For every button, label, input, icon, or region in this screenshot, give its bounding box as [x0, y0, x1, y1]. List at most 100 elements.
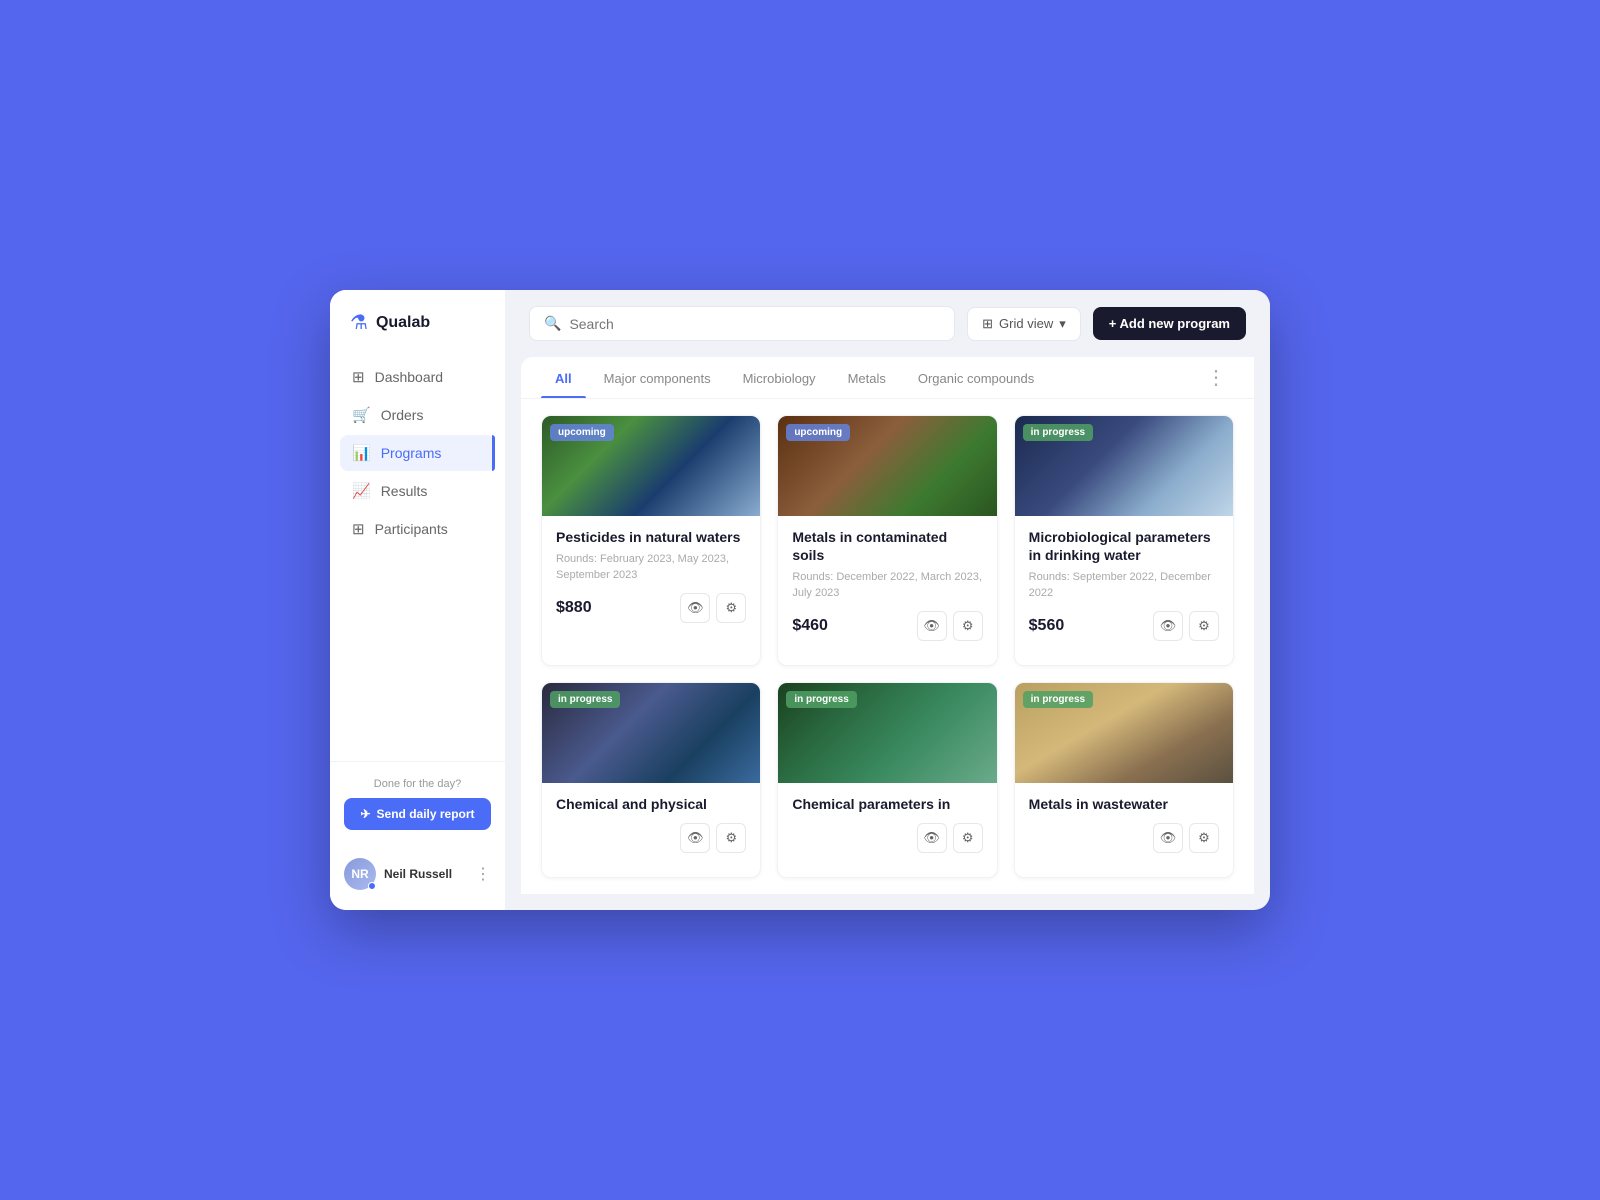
- program-card-2: upcoming Metals in contaminated soils Ro…: [777, 415, 997, 666]
- card-settings-button-3[interactable]: ⚙: [1189, 611, 1219, 641]
- tab-microbiology[interactable]: Microbiology: [729, 357, 830, 398]
- app-window: ⚗ Qualab ⊞ Dashboard 🛒 Orders 📊 Programs…: [330, 290, 1270, 910]
- sidebar-item-orders[interactable]: 🛒 Orders: [340, 397, 495, 433]
- card-image-1: upcoming: [542, 416, 760, 516]
- card-badge-5: in progress: [786, 691, 856, 708]
- search-icon: 🔍: [544, 315, 561, 332]
- sidebar-label-results: Results: [381, 483, 428, 499]
- sidebar-item-participants[interactable]: ⊞ Participants: [340, 511, 495, 547]
- sidebar-item-results[interactable]: 📈 Results: [340, 473, 495, 509]
- card-view-button-6[interactable]: 👁: [1153, 823, 1183, 853]
- card-price-2: $460: [792, 617, 828, 635]
- card-view-button-1[interactable]: 👁: [680, 593, 710, 623]
- program-card-1: upcoming Pesticides in natural waters Ro…: [541, 415, 761, 666]
- card-settings-button-4[interactable]: ⚙: [716, 823, 746, 853]
- card-price-1: $880: [556, 599, 592, 617]
- search-input[interactable]: [569, 316, 940, 332]
- send-icon: ✈: [360, 807, 370, 821]
- send-report-label: Send daily report: [377, 807, 475, 821]
- card-title-5: Chemical parameters in: [792, 795, 982, 813]
- cards-grid: upcoming Pesticides in natural waters Ro…: [521, 399, 1254, 894]
- card-actions-3: 👁 ⚙: [1153, 611, 1219, 641]
- program-card-3: in progress Microbiological parameters i…: [1014, 415, 1234, 666]
- add-program-button[interactable]: + Add new program: [1093, 307, 1246, 340]
- card-price-3: $560: [1029, 617, 1065, 635]
- tab-major-components[interactable]: Major components: [590, 357, 725, 398]
- send-report-button[interactable]: ✈ Send daily report: [344, 798, 491, 830]
- card-rounds-2: Rounds: December 2022, March 2023, July …: [792, 570, 982, 601]
- search-bar: 🔍: [529, 306, 955, 341]
- grid-icon: ⊞: [982, 316, 993, 332]
- card-image-6: in progress: [1015, 683, 1233, 783]
- user-row: NR Neil Russell ⋮: [330, 846, 505, 890]
- card-body-1: Pesticides in natural waters Rounds: Feb…: [542, 516, 760, 633]
- done-text: Done for the day?: [344, 778, 491, 790]
- logo-icon: ⚗: [350, 310, 368, 335]
- logo-text: Qualab: [376, 314, 430, 332]
- card-body-4: Chemical and physical 👁 ⚙: [542, 783, 760, 863]
- tabs-more-button[interactable]: ⋮: [1198, 357, 1234, 398]
- card-view-button-2[interactable]: 👁: [917, 611, 947, 641]
- sidebar-label-programs: Programs: [381, 445, 442, 461]
- dashboard-icon: ⊞: [352, 368, 365, 386]
- card-body-5: Chemical parameters in 👁 ⚙: [778, 783, 996, 863]
- card-badge-4: in progress: [550, 691, 620, 708]
- card-actions-6: 👁 ⚙: [1153, 823, 1219, 853]
- card-view-button-3[interactable]: 👁: [1153, 611, 1183, 641]
- card-title-6: Metals in wastewater: [1029, 795, 1219, 813]
- programs-area: All Major components Microbiology Metals…: [521, 357, 1254, 894]
- card-image-2: upcoming: [778, 416, 996, 516]
- card-title-3: Microbiological parameters in drinking w…: [1029, 528, 1219, 564]
- grid-view-label: Grid view: [999, 316, 1053, 331]
- grid-view-button[interactable]: ⊞ Grid view ▾: [967, 307, 1081, 341]
- orders-icon: 🛒: [352, 406, 371, 424]
- sidebar-label-orders: Orders: [381, 407, 424, 423]
- card-footer-2: $460 👁 ⚙: [792, 611, 982, 641]
- card-body-6: Metals in wastewater 👁 ⚙: [1015, 783, 1233, 863]
- card-settings-button-2[interactable]: ⚙: [953, 611, 983, 641]
- active-indicator: [492, 435, 495, 471]
- participants-icon: ⊞: [352, 520, 365, 538]
- card-settings-button-6[interactable]: ⚙: [1189, 823, 1219, 853]
- card-footer-6: 👁 ⚙: [1029, 823, 1219, 853]
- card-footer-4: 👁 ⚙: [556, 823, 746, 853]
- program-card-6: in progress Metals in wastewater 👁 ⚙: [1014, 682, 1234, 878]
- top-bar: 🔍 ⊞ Grid view ▾ + Add new program: [505, 290, 1270, 357]
- card-badge-2: upcoming: [786, 424, 850, 441]
- sidebar-bottom: Done for the day? ✈ Send daily report: [330, 761, 505, 846]
- avatar-initials: NR: [351, 867, 368, 881]
- user-menu-button[interactable]: ⋮: [475, 864, 491, 884]
- logo: ⚗ Qualab: [330, 310, 505, 359]
- card-footer-3: $560 👁 ⚙: [1029, 611, 1219, 641]
- sidebar-label-participants: Participants: [375, 521, 448, 537]
- card-settings-button-1[interactable]: ⚙: [716, 593, 746, 623]
- card-badge-3: in progress: [1023, 424, 1093, 441]
- card-actions-4: 👁 ⚙: [680, 823, 746, 853]
- card-image-3: in progress: [1015, 416, 1233, 516]
- sidebar: ⚗ Qualab ⊞ Dashboard 🛒 Orders 📊 Programs…: [330, 290, 505, 910]
- card-body-2: Metals in contaminated soils Rounds: Dec…: [778, 516, 996, 651]
- card-footer-1: $880 👁 ⚙: [556, 593, 746, 623]
- card-view-button-5[interactable]: 👁: [917, 823, 947, 853]
- tab-metals[interactable]: Metals: [834, 357, 900, 398]
- card-footer-5: 👁 ⚙: [792, 823, 982, 853]
- card-title-4: Chemical and physical: [556, 795, 746, 813]
- tabs-bar: All Major components Microbiology Metals…: [521, 357, 1254, 399]
- program-card-4: in progress Chemical and physical 👁 ⚙: [541, 682, 761, 878]
- card-settings-button-5[interactable]: ⚙: [953, 823, 983, 853]
- card-actions-2: 👁 ⚙: [917, 611, 983, 641]
- avatar-dot: [368, 882, 376, 890]
- card-image-4: in progress: [542, 683, 760, 783]
- sidebar-item-dashboard[interactable]: ⊞ Dashboard: [340, 359, 495, 395]
- sidebar-nav: ⊞ Dashboard 🛒 Orders 📊 Programs 📈 Result…: [330, 359, 505, 761]
- program-card-5: in progress Chemical parameters in 👁 ⚙: [777, 682, 997, 878]
- card-rounds-3: Rounds: September 2022, December 2022: [1029, 570, 1219, 601]
- card-actions-1: 👁 ⚙: [680, 593, 746, 623]
- tab-organic-compounds[interactable]: Organic compounds: [904, 357, 1048, 398]
- sidebar-item-programs[interactable]: 📊 Programs: [340, 435, 495, 471]
- card-badge-1: upcoming: [550, 424, 614, 441]
- card-view-button-4[interactable]: 👁: [680, 823, 710, 853]
- results-icon: 📈: [352, 482, 371, 500]
- main-content: 🔍 ⊞ Grid view ▾ + Add new program All Ma…: [505, 290, 1270, 910]
- tab-all[interactable]: All: [541, 357, 586, 398]
